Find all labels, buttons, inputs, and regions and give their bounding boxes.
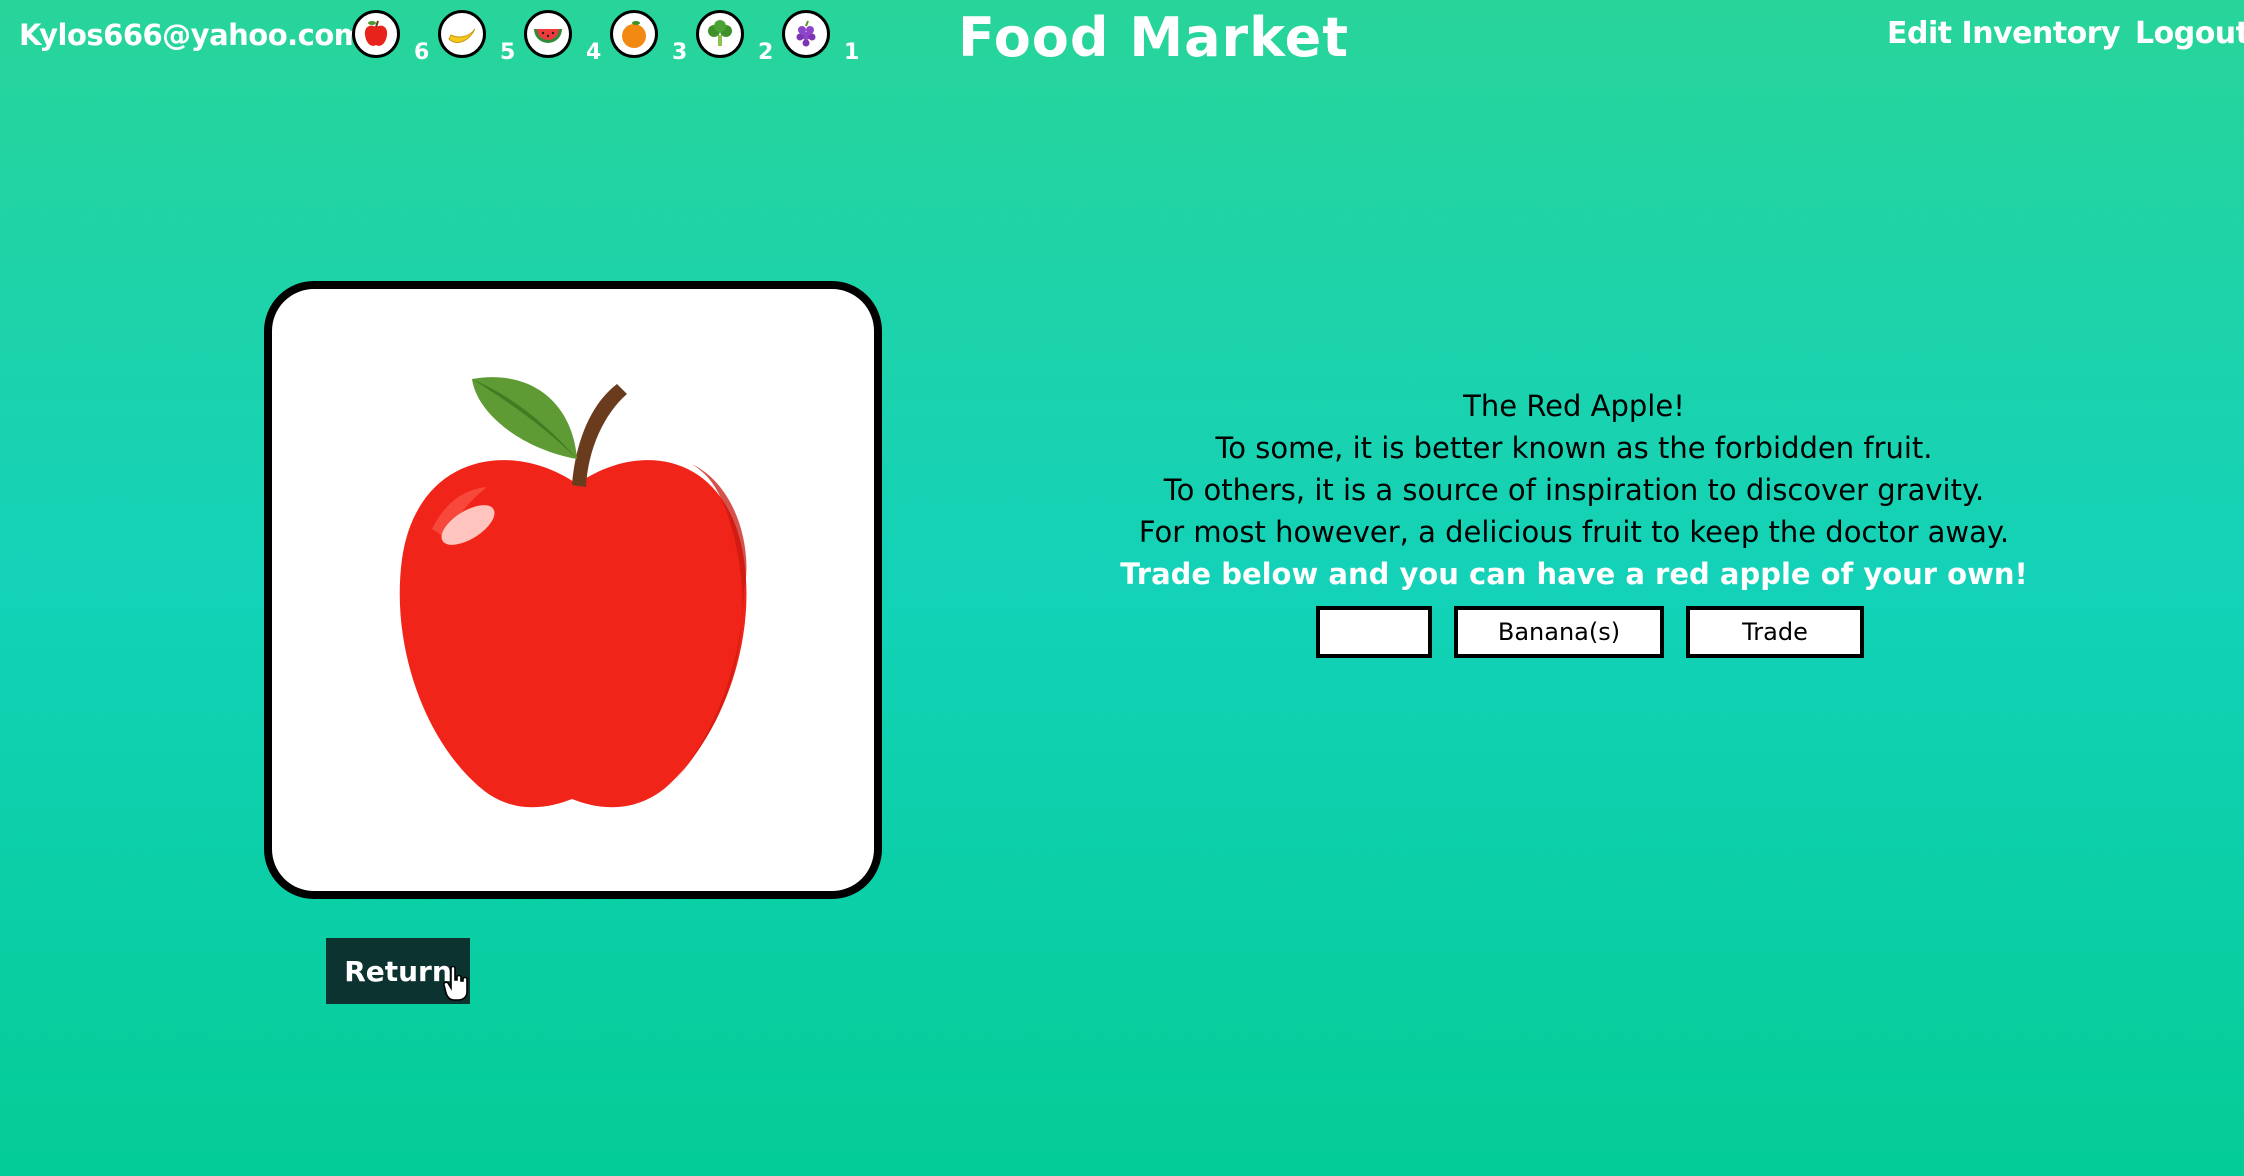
top-bar: Kylos666@yahoo.com 6 5 4 3 2 1 Food Mark… bbox=[0, 0, 2244, 80]
trade-button[interactable]: Trade bbox=[1686, 606, 1864, 658]
inventory-count: 5 bbox=[500, 40, 516, 65]
description-line: For most however, a delicious fruit to k… bbox=[1138, 515, 2010, 549]
inventory-item-banana: 5 bbox=[438, 10, 518, 70]
red-apple-icon bbox=[399, 377, 747, 808]
user-email: Kylos666@yahoo.com bbox=[19, 18, 364, 52]
inventory-item-grapes: 1 bbox=[782, 10, 862, 70]
inventory-count: 1 bbox=[844, 40, 860, 65]
inventory-item-apple: 6 bbox=[352, 10, 432, 70]
product-title: The Red Apple! bbox=[1463, 389, 1685, 423]
product-image-card bbox=[264, 281, 882, 899]
inventory-count: 4 bbox=[586, 40, 602, 65]
inventory-count: 6 bbox=[414, 40, 430, 65]
trade-quantity-input[interactable] bbox=[1316, 606, 1432, 658]
description-line: To others, it is a source of inspiration… bbox=[1163, 473, 1985, 507]
trade-call-to-action: Trade below and you can have a red apple… bbox=[1120, 557, 2028, 591]
inventory-item-watermelon: 4 bbox=[524, 10, 604, 70]
watermelon-icon bbox=[524, 10, 572, 58]
apple-icon bbox=[352, 10, 400, 58]
page-title: Food Market bbox=[958, 6, 1350, 69]
logout-link[interactable]: Logout bbox=[2135, 16, 2244, 51]
broccoli-icon bbox=[696, 10, 744, 58]
trade-fruit-select[interactable]: Banana(s) bbox=[1454, 606, 1664, 658]
inventory-count: 2 bbox=[758, 40, 774, 65]
banana-icon bbox=[438, 10, 486, 58]
edit-inventory-link[interactable]: Edit Inventory bbox=[1887, 16, 2121, 51]
grapes-icon bbox=[782, 10, 830, 58]
return-button[interactable]: Return bbox=[326, 938, 470, 1004]
description-line: To some, it is better known as the forbi… bbox=[1215, 431, 1933, 465]
orange-icon bbox=[610, 10, 658, 58]
product-description: The Red Apple! To some, it is better kno… bbox=[1020, 385, 2128, 595]
inventory-count: 3 bbox=[672, 40, 688, 65]
inventory-item-broccoli: 2 bbox=[696, 10, 776, 70]
inventory-item-orange: 3 bbox=[610, 10, 690, 70]
